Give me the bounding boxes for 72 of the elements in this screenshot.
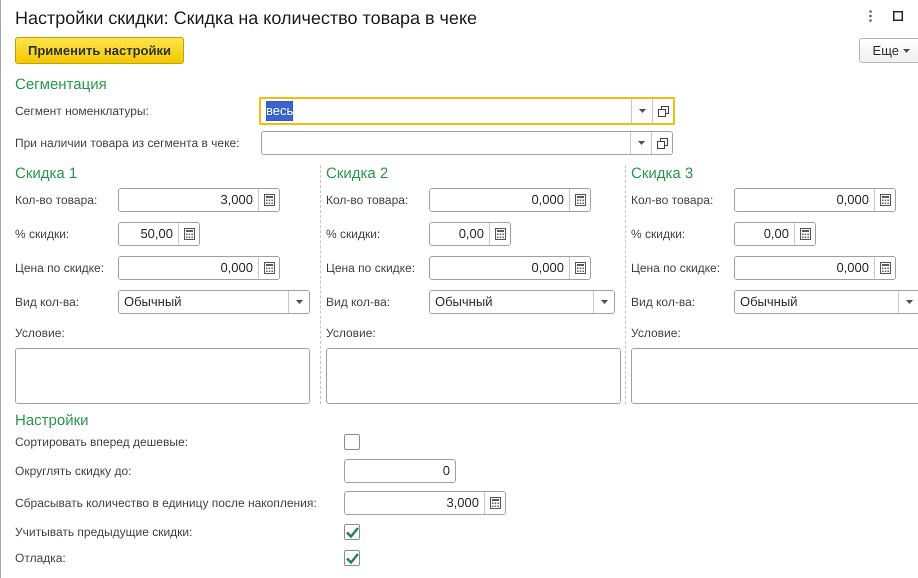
field-label: Учитывать предыдущие скидки: (15, 524, 194, 541)
condition-field[interactable] (326, 348, 621, 404)
calculator-icon (490, 497, 500, 509)
section-heading: Скидка 3 (631, 165, 694, 183)
field-label: Вид кол-ва: (631, 294, 696, 311)
number-field[interactable]: 0,000 (118, 256, 280, 280)
number-field[interactable]: 0,000 (734, 188, 896, 212)
calculator-icon (880, 194, 890, 206)
apply-settings-button[interactable]: Применить настройки (15, 37, 184, 64)
field-label: Сортировать вперед дешевые: (15, 434, 189, 451)
number-field[interactable]: 0,00 (429, 222, 511, 246)
field-label: Кол-во товара: (15, 192, 98, 209)
maximize-icon (893, 11, 903, 21)
dropdown-icon (638, 109, 646, 113)
field-label: Сегмент номенклатуры: (15, 103, 150, 120)
field-label: Кол-во товара: (631, 192, 714, 209)
checkbox[interactable] (344, 434, 360, 450)
number-field[interactable]: 0,00 (734, 222, 816, 246)
dropdown-icon (906, 300, 912, 304)
caret-icon (903, 48, 910, 52)
window-title: Настройки скидки: Скидка на количество товара в чеке (15, 7, 478, 30)
field-label: Сбрасывать количество в единицу после накопления: (15, 495, 318, 512)
dropdown-icon (296, 300, 302, 304)
calculator-icon (574, 194, 586, 206)
condition-field[interactable] (631, 348, 918, 404)
field-label: Цена по скидке: (631, 260, 722, 277)
more-button[interactable]: Еще (858, 38, 918, 63)
number-field[interactable]: 3,000 (344, 491, 506, 515)
dropdown-icon (600, 300, 608, 304)
combo-field[interactable]: весь (259, 97, 675, 125)
kebab-icon (868, 10, 872, 22)
field-label: Цена по скидке: (15, 260, 106, 277)
field-label: % скидки: (15, 226, 70, 243)
field-label: Вид кол-ва: (326, 294, 392, 311)
number-field[interactable]: 0,000 (429, 256, 591, 280)
field-label: Отладка: (15, 550, 67, 567)
calculator-icon (574, 262, 586, 274)
combo-field[interactable]: Обычный (118, 290, 310, 314)
number-field[interactable]: 0,000 (429, 188, 591, 212)
field-label: Условие: (326, 325, 377, 342)
number-field[interactable]: 50,00 (118, 222, 200, 246)
combo-field[interactable] (261, 131, 673, 155)
calculator-icon (880, 262, 890, 274)
calculator-icon (800, 228, 810, 240)
section-heading: Сегментация (15, 76, 108, 94)
calculator-icon (494, 228, 506, 240)
field-label: Условие: (631, 325, 682, 342)
combo-field[interactable]: Обычный (429, 290, 615, 314)
calculator-icon (184, 228, 194, 240)
section-heading: Настройки (15, 412, 90, 430)
open-icon (656, 138, 668, 148)
field-label: Кол-во товара: (326, 192, 410, 209)
number-field[interactable]: 0,000 (734, 256, 896, 280)
calculator-icon (264, 262, 274, 274)
number-field[interactable]: 3,000 (118, 188, 280, 212)
number-field[interactable]: 0 (344, 459, 456, 483)
field-label: Условие: (15, 325, 66, 342)
section-heading: Скидка 2 (326, 165, 390, 183)
field-label: % скидки: (326, 226, 382, 243)
section-heading: Скидка 1 (15, 165, 78, 183)
condition-field[interactable] (15, 348, 310, 404)
dropdown-icon (638, 141, 644, 145)
checkbox[interactable] (344, 524, 360, 540)
calculator-icon (264, 194, 274, 206)
field-label: % скидки: (631, 226, 686, 243)
field-label: Округлять скидку до: (15, 463, 133, 480)
open-icon (658, 106, 668, 116)
checkbox[interactable] (344, 550, 360, 566)
field-label: Вид кол-ва: (15, 294, 80, 311)
combo-field[interactable]: Обычный (734, 290, 918, 314)
field-label: Цена по скидке: (326, 260, 416, 277)
field-label: При наличии товара из сегмента в чеке: (15, 135, 241, 152)
